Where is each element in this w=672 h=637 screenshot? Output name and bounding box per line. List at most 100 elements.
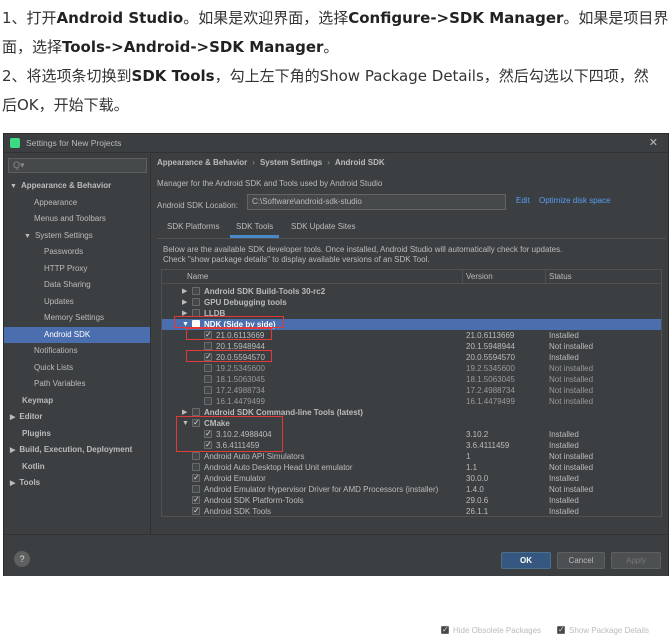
- sidebar-item-path-variables[interactable]: Path Variables: [34, 376, 85, 392]
- column-header-name[interactable]: Name: [187, 272, 208, 281]
- table-row[interactable]: ▶ Android SDK Build-Tools 30-rc2: [162, 286, 661, 297]
- sidebar-item-menus-toolbars[interactable]: Menus and Toolbars: [34, 211, 106, 227]
- table-header: Name Version Status: [162, 270, 661, 284]
- table-row[interactable]: Android Emulator Hypervisor Driver for A…: [162, 484, 661, 495]
- dialog-footer: ? OK Cancel Apply: [4, 534, 668, 576]
- info-text: Below are the available SDK developer to…: [163, 245, 563, 264]
- tab-sdk-tools[interactable]: SDK Tools: [230, 218, 280, 238]
- article-line-4: 后OK，开始下载。: [2, 96, 129, 114]
- settings-sidebar: Q▾ ▼ Appearance & Behavior Appearance Men…: [4, 154, 151, 534]
- show-details-option[interactable]: Show Package Details: [557, 624, 649, 637]
- ok-button[interactable]: OK: [501, 552, 551, 569]
- row-checkbox[interactable]: [192, 505, 200, 516]
- table-row[interactable]: ▶ GPU Debugging tools: [162, 297, 661, 308]
- sdk-location-label: Android SDK Location:: [157, 201, 238, 210]
- table-row[interactable]: Android SDK Platform-Tools29.0.6Installe…: [162, 494, 661, 506]
- search-icon: Q▾: [13, 160, 25, 170]
- window-title: Settings for New Projects: [26, 138, 122, 148]
- sidebar-item-tools[interactable]: ▶ Tools: [10, 475, 40, 491]
- breadcrumb: Appearance & Behavior › System Settings › An…: [157, 158, 385, 167]
- row-checkbox[interactable]: [204, 364, 212, 372]
- highlight-cmake-box: [176, 416, 283, 452]
- chevron-right-icon[interactable]: ▶: [182, 286, 187, 297]
- row-checkbox[interactable]: [204, 397, 212, 405]
- hide-obsolete-option[interactable]: Hide Obsolete Packages: [441, 624, 541, 637]
- tab-sdk-update-sites[interactable]: SDK Update Sites: [285, 218, 361, 238]
- optimize-disk-link[interactable]: Optimize disk space: [539, 196, 611, 205]
- tab-sdk-platforms[interactable]: SDK Platforms: [161, 218, 225, 238]
- highlight-ndk20-box: [186, 350, 272, 362]
- row-checkbox[interactable]: [192, 472, 200, 483]
- row-checkbox[interactable]: [204, 375, 212, 383]
- article-line-3: 2、将选项条切换到SDK Tools，勾上左下角的Show Package De…: [2, 67, 649, 85]
- table-row[interactable]: 17.2.4988734 17.2.4988734 Not installed: [162, 385, 661, 396]
- table-row[interactable]: Android Auto Desktop Head Unit emulator 1…: [162, 462, 661, 473]
- highlight-ndk-box: [174, 316, 284, 328]
- sdk-tools-table: Name Version Status ▶ Android SDK Build-T…: [161, 269, 662, 517]
- sidebar-item-memory-settings[interactable]: Memory Settings: [44, 310, 104, 326]
- highlight-ndk21-box: [186, 328, 272, 340]
- sidebar-item-plugins[interactable]: Plugins: [22, 426, 51, 442]
- hide-obsolete-checkbox[interactable]: [441, 624, 449, 636]
- table-row[interactable]: Android Auto API Simulators 1 Not installe…: [162, 451, 661, 462]
- sidebar-item-appearance[interactable]: Appearance: [34, 195, 77, 211]
- sidebar-item-editor[interactable]: ▶ Editor: [10, 409, 43, 425]
- chevron-right-icon: ▶: [10, 414, 16, 421]
- sidebar-item-keymap[interactable]: Keymap: [22, 393, 53, 409]
- breadcrumb-separator-icon: ›: [252, 158, 255, 167]
- table-row[interactable]: 19.2.5345600 19.2.5345600 Not installed: [162, 363, 661, 374]
- apply-button[interactable]: Apply: [611, 552, 661, 569]
- sdk-tabs: SDK Platforms SDK Tools SDK Update Sites: [157, 218, 667, 238]
- sidebar-item-kotlin[interactable]: Kotlin: [22, 459, 45, 475]
- sidebar-item-data-sharing[interactable]: Data Sharing: [44, 277, 91, 293]
- breadcrumb-separator-icon: ›: [327, 158, 330, 167]
- sidebar-item-updates[interactable]: Updates: [44, 294, 74, 310]
- row-checkbox[interactable]: [204, 386, 212, 394]
- sidebar-item-http-proxy[interactable]: HTTP Proxy: [44, 261, 87, 277]
- sidebar-item-notifications[interactable]: Notifications: [34, 343, 78, 359]
- chevron-down-icon: ▼: [10, 183, 17, 190]
- show-details-checkbox[interactable]: [557, 624, 565, 636]
- title-bar: Settings for New Projects ✕: [4, 134, 668, 153]
- row-checkbox[interactable]: [192, 287, 200, 295]
- article-text: 1、打开Android Studio。如果是欢迎界面，选择Configure->…: [0, 0, 672, 133]
- settings-search-input[interactable]: Q▾: [8, 158, 147, 173]
- article-line-2: 面，选择Tools->Android->SDK Manager。: [2, 38, 339, 56]
- table-row[interactable]: Android Emulator30.0.0Installed: [162, 472, 661, 484]
- chevron-right-icon: ▶: [10, 447, 16, 454]
- article-line-1: 1、打开Android Studio。如果是欢迎界面，选择Configure->…: [2, 9, 669, 27]
- cancel-button[interactable]: Cancel: [557, 552, 605, 569]
- settings-dialog: Settings for New Projects ✕ Q▾ ▼ Appearan…: [3, 133, 669, 636]
- row-checkbox[interactable]: [192, 485, 200, 493]
- sdk-tools-panel: Below are the available SDK developer to…: [157, 238, 666, 636]
- close-icon[interactable]: ✕: [649, 136, 658, 149]
- sdk-location-field[interactable]: C:\Software\android-sdk-studio: [247, 194, 506, 210]
- settings-content: Appearance & Behavior › System Settings › An…: [152, 154, 669, 636]
- help-icon[interactable]: ?: [14, 551, 30, 567]
- row-checkbox[interactable]: [192, 408, 200, 416]
- table-row[interactable]: 16.1.4479499 16.1.4479499 Not installed: [162, 396, 661, 407]
- edit-link[interactable]: Edit: [516, 196, 530, 205]
- sidebar-item-system-settings[interactable]: ▼ System Settings: [24, 228, 93, 244]
- page-description: Manager for the Android SDK and Tools us…: [157, 179, 383, 188]
- sidebar-item-passwords[interactable]: Passwords: [44, 244, 83, 260]
- chevron-right-icon: ▶: [10, 480, 16, 487]
- column-divider: [545, 270, 546, 284]
- sidebar-item-build-execution[interactable]: ▶ Build, Execution, Deployment: [10, 442, 132, 458]
- row-checkbox[interactable]: [204, 342, 212, 350]
- row-checkbox[interactable]: [192, 463, 200, 471]
- column-header-version[interactable]: Version: [466, 272, 493, 281]
- column-divider: [462, 270, 463, 284]
- table-row[interactable]: Android SDK Tools26.1.1Installed: [162, 505, 661, 516]
- column-header-status[interactable]: Status: [549, 272, 572, 281]
- chevron-right-icon[interactable]: ▶: [182, 297, 187, 308]
- sidebar-item-quick-lists[interactable]: Quick Lists: [34, 360, 73, 376]
- chevron-down-icon: ▼: [24, 233, 31, 240]
- row-checkbox[interactable]: [192, 494, 200, 505]
- row-checkbox[interactable]: [192, 298, 200, 306]
- row-checkbox[interactable]: [192, 452, 200, 460]
- table-row[interactable]: 18.1.5063045 18.1.5063045 Not installed: [162, 374, 661, 385]
- android-studio-logo-icon: [10, 138, 20, 148]
- sidebar-item-appearance-behavior[interactable]: ▼ Appearance & Behavior: [10, 178, 111, 194]
- sidebar-item-android-sdk[interactable]: Android SDK: [4, 327, 150, 343]
